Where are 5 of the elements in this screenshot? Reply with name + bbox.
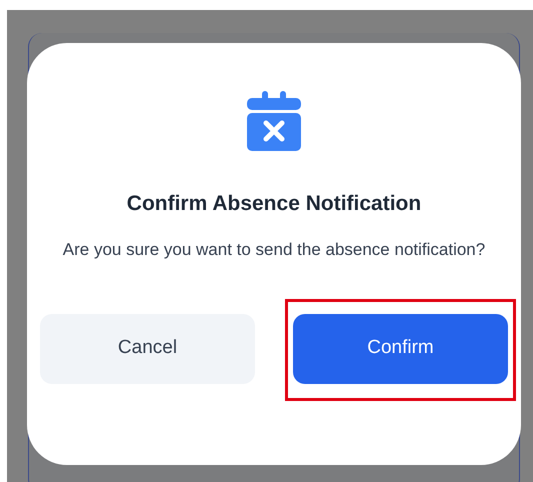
confirm-button[interactable]: Confirm (293, 314, 508, 384)
calendar-cancel-icon (247, 91, 301, 151)
dialog-title: Confirm Absence Notification (126, 191, 422, 217)
cancel-button[interactable]: Cancel (40, 314, 255, 384)
dialog-message: Are you sure you want to send the absence notification? (62, 238, 486, 260)
